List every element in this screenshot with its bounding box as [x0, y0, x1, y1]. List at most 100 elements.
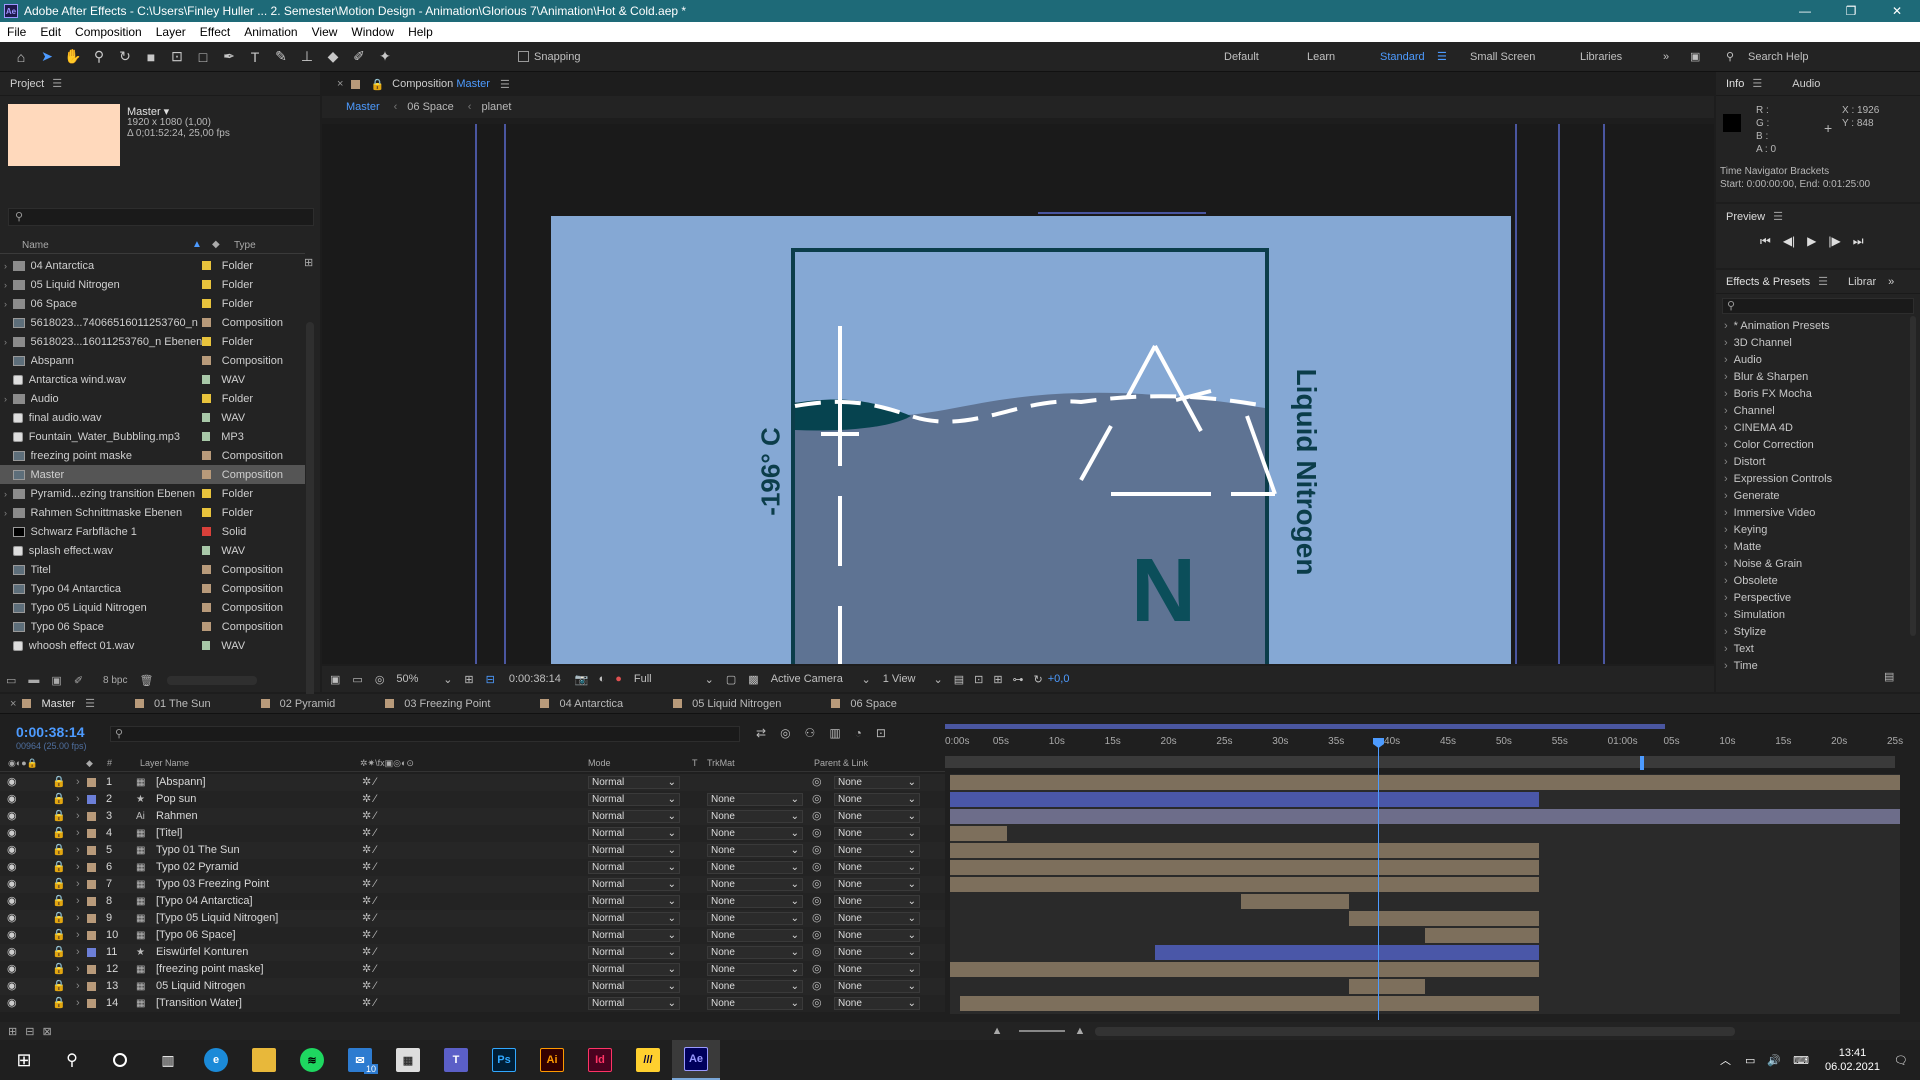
in-out-toggle-icon[interactable]: ⊠ — [42, 1025, 51, 1038]
lock-icon[interactable]: 🔒 — [52, 808, 66, 825]
visibility-icon[interactable]: ◉ — [7, 927, 17, 944]
effects-category[interactable]: › 3D Channel — [1716, 335, 1920, 352]
effects-category[interactable]: › Boris FX Mocha — [1716, 386, 1920, 403]
region-icon[interactable]: ▢ — [726, 673, 736, 686]
visibility-icon[interactable]: ◉ — [7, 825, 17, 842]
transfer-controls-toggle-icon[interactable]: ⊟ — [25, 1025, 34, 1038]
visibility-icon[interactable]: ◉ — [7, 808, 17, 825]
layer-duration-bar[interactable] — [1240, 894, 1349, 909]
column-type[interactable]: Type — [234, 240, 256, 251]
layer-switches-icon[interactable]: ✲ ⁄ — [362, 825, 376, 842]
pickwhip-icon[interactable]: ◎ — [812, 791, 822, 808]
layer-row[interactable]: ◉ 🔒 › 3 Ai Rahmen ✲ ⁄ Normal ⌄ None ⌄ ◎ None ⌄ — [0, 808, 945, 825]
new-bin-icon[interactable]: ▤ — [1884, 670, 1894, 683]
lock-icon[interactable]: 🔒 — [370, 78, 384, 91]
layer-row[interactable]: ◉ 🔒 › 2 ★ Pop sun ✲ ⁄ Normal ⌄ None ⌄ ◎ None ⌄ — [0, 791, 945, 808]
menu-view[interactable]: View — [305, 25, 345, 39]
layer-row[interactable]: ◉ 🔒 › 14 ▦ [Transition Water] ✲ ⁄ Normal ⌄ None ⌄ ◎… — [0, 995, 945, 1012]
breadcrumb-master[interactable]: Master — [346, 101, 380, 113]
panel-toggle-icon[interactable]: ▣ — [1690, 42, 1700, 72]
trkmat-dropdown[interactable]: None ⌄ — [707, 861, 803, 874]
layer-switches-icon[interactable]: ✲ ⁄ — [362, 876, 376, 893]
layer-duration-bar[interactable] — [950, 775, 1900, 790]
clock-time[interactable]: 13:41 — [1825, 1046, 1880, 1060]
effects-category[interactable]: › Keying — [1716, 522, 1920, 539]
lock-icon[interactable]: 🔒 — [52, 893, 66, 910]
workspace-libraries[interactable]: Libraries — [1580, 42, 1622, 72]
menu-animation[interactable]: Animation — [237, 25, 304, 39]
pickwhip-icon[interactable]: ◎ — [812, 893, 822, 910]
overflow-icon[interactable]: » — [1888, 276, 1894, 288]
parent-dropdown[interactable]: None ⌄ — [834, 963, 920, 976]
project-item[interactable]: freezing point maske Composition — [0, 446, 305, 465]
camera-tool-icon[interactable]: ■ — [138, 45, 164, 69]
layer-row[interactable]: ◉ 🔒 › 7 ▦ Typo 03 Freezing Point ✲ ⁄ Normal ⌄ Non… — [0, 876, 945, 893]
fit-icon[interactable]: ⊞ — [464, 673, 473, 686]
label-color-swatch[interactable] — [202, 318, 211, 327]
fast-previews-icon[interactable]: ⊡ — [974, 673, 983, 686]
preview-menu-icon[interactable]: ☰ — [1773, 211, 1783, 223]
composition-menu-icon[interactable]: ☰ — [500, 78, 510, 91]
mode-dropdown[interactable]: Normal ⌄ — [588, 844, 680, 857]
pan-behind-tool-icon[interactable]: ⊡ — [164, 45, 190, 69]
trkmat-dropdown[interactable]: None ⌄ — [707, 844, 803, 857]
layer-duration-bar[interactable] — [950, 860, 1539, 875]
layer-switches-icon[interactable]: ✲ ⁄ — [362, 927, 376, 944]
parent-dropdown[interactable]: None ⌄ — [834, 827, 920, 840]
effects-category[interactable]: › Color Correction — [1716, 437, 1920, 454]
visibility-icon[interactable]: ◉ — [7, 876, 17, 893]
label-color-swatch[interactable] — [202, 527, 211, 536]
brush-tool-icon[interactable]: ✎ — [268, 45, 294, 69]
safe-zones-icon[interactable]: ⊟ — [486, 673, 495, 686]
mode-dropdown[interactable]: Normal ⌄ — [588, 912, 680, 925]
search-help-field[interactable]: Search Help — [1748, 42, 1809, 72]
after-effects-taskbar-icon[interactable]: Ae — [672, 1040, 720, 1080]
pickwhip-icon[interactable]: ◎ — [812, 910, 822, 927]
layer-label-swatch[interactable] — [87, 846, 96, 855]
eraser-tool-icon[interactable]: ◆ — [320, 45, 346, 69]
effects-category[interactable]: › * Animation Presets — [1716, 318, 1920, 335]
trkmat-dropdown[interactable]: None ⌄ — [707, 946, 803, 959]
play-icon[interactable]: ▶ — [1807, 234, 1816, 249]
column-name[interactable]: Name — [22, 240, 49, 251]
clone-stamp-tool-icon[interactable]: ⊥ — [294, 45, 320, 69]
mode-dropdown[interactable]: Normal ⌄ — [588, 776, 680, 789]
pickwhip-icon[interactable]: ◎ — [812, 774, 822, 791]
vr-icon[interactable]: ◎ — [375, 673, 385, 686]
bit-depth-button[interactable]: 8 bpc — [103, 675, 127, 686]
indesign-icon[interactable]: Id — [576, 1040, 624, 1080]
transparency-grid-icon[interactable]: ▩ — [748, 673, 758, 686]
project-item[interactable]: Master Composition — [0, 465, 305, 484]
effects-category[interactable]: › Stylize — [1716, 624, 1920, 641]
parent-dropdown[interactable]: None ⌄ — [834, 793, 920, 806]
menu-layer[interactable]: Layer — [149, 25, 193, 39]
first-frame-icon[interactable]: ⏮ — [1760, 234, 1771, 249]
layer-row[interactable]: ◉ 🔒 › 10 ▦ [Typo 06 Space] ✲ ⁄ Normal ⌄ None ⌄ ◎ Non… — [0, 927, 945, 944]
project-item[interactable]: Titel Composition — [0, 560, 305, 579]
effects-scrollbar[interactable] — [1910, 316, 1916, 636]
work-area-end-marker[interactable] — [1640, 756, 1644, 770]
camera-select[interactable]: Active Camera ⌄ — [771, 673, 871, 686]
mode-dropdown[interactable]: Normal ⌄ — [588, 861, 680, 874]
zoom-out-icon[interactable]: ▲ — [992, 1025, 1003, 1037]
mode-dropdown[interactable]: Normal ⌄ — [588, 929, 680, 942]
time-ruler[interactable]: 0:00s 05s 10s 15s 20s 25s 30s 35s 40s 45s 50s 55s 01… — [945, 724, 1905, 770]
effects-category[interactable]: › Distort — [1716, 454, 1920, 471]
composition-mini-flowchart-icon[interactable]: ⇄ — [756, 726, 766, 740]
effects-category[interactable]: › Generate — [1716, 488, 1920, 505]
timeline-tab[interactable]: 01 The Sun — [134, 698, 211, 710]
project-item[interactable]: Schwarz Farbfläche 1 Solid — [0, 522, 305, 541]
layer-duration-bar[interactable] — [1349, 979, 1425, 994]
volume-icon[interactable]: 🔊 — [1767, 1054, 1781, 1067]
layer-switches-icon[interactable]: ✲ ⁄ — [362, 995, 376, 1012]
parent-dropdown[interactable]: None ⌄ — [834, 844, 920, 857]
effects-category[interactable]: › Noise & Grain — [1716, 556, 1920, 573]
expand-arrow-icon[interactable]: › — [76, 893, 80, 910]
lock-icon[interactable]: 🔒 — [52, 910, 66, 927]
hand-tool-icon[interactable]: ✋ — [60, 45, 86, 69]
timeline-search-input[interactable]: ⚲ — [110, 726, 740, 742]
expand-arrow-icon[interactable]: › — [4, 489, 13, 499]
monitor-icon[interactable]: ▭ — [352, 673, 362, 686]
visibility-icon[interactable]: ◉ — [7, 995, 17, 1012]
adjust-settings-icon[interactable]: ✐ — [74, 674, 83, 687]
